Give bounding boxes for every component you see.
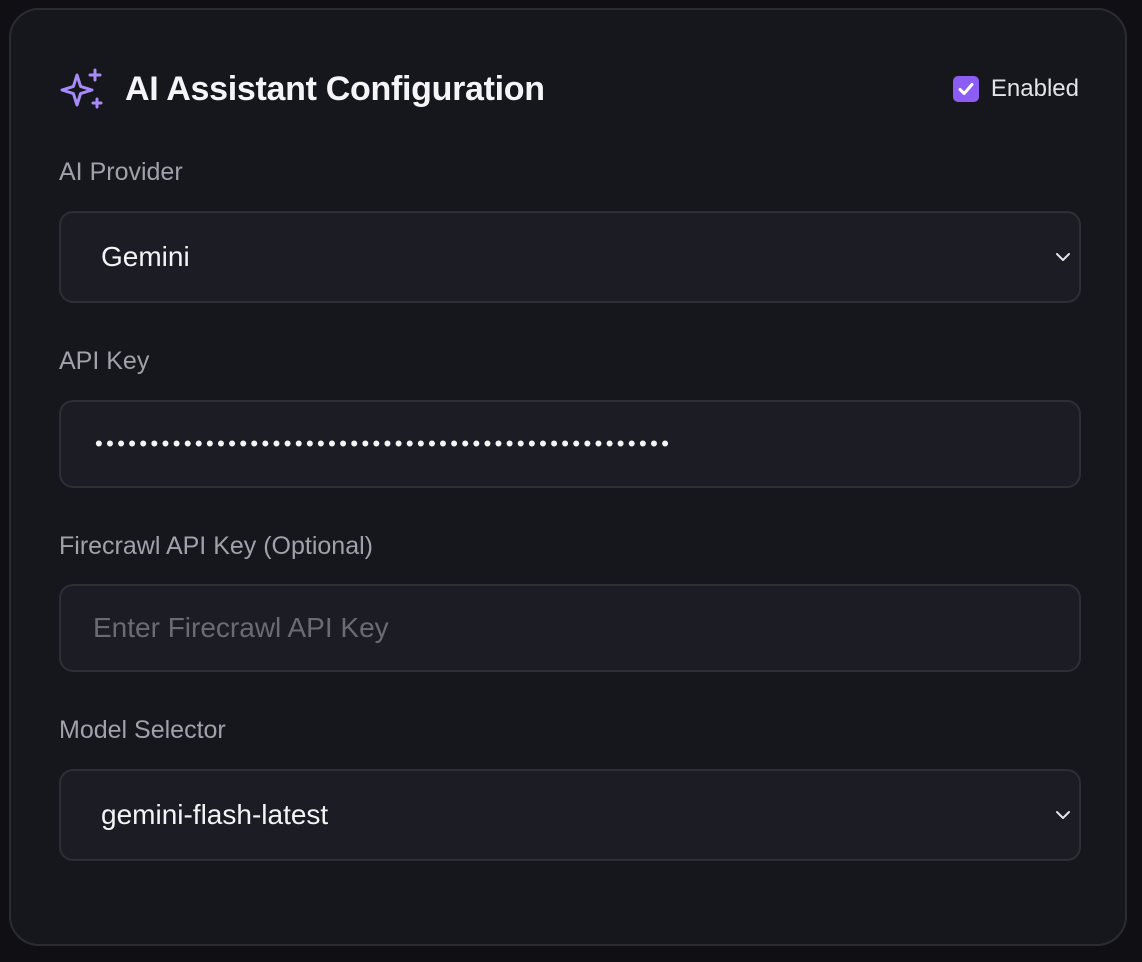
ai-provider-label: AI Provider [59, 158, 183, 186]
ai-provider-value: Gemini [101, 241, 190, 272]
chevron-down-icon [1053, 247, 1073, 267]
enabled-checkbox[interactable] [952, 76, 979, 102]
ai-provider-select[interactable]: Gemini [59, 211, 1081, 303]
api-key-field[interactable]: ••••••••••••••••••••••••••••••••••••••••… [59, 400, 1081, 488]
api-key-label: API Key [59, 347, 150, 375]
model-selector-select[interactable]: gemini-flash-latest [59, 769, 1081, 861]
model-selector-value: gemini-flash-latest [101, 799, 329, 830]
card-header: AI Assistant Configuration Enabled [59, 62, 1079, 116]
chevron-down-icon [1053, 805, 1073, 825]
card-title: AI Assistant Configuration [125, 69, 545, 108]
firecrawl-api-key-input[interactable] [61, 586, 1079, 670]
enabled-checkbox-toggle[interactable]: Enabled [952, 75, 1079, 103]
firecrawl-api-key-label: Firecrawl API Key (Optional) [59, 532, 373, 560]
firecrawl-api-key-wrapper [59, 584, 1081, 672]
title-group: AI Assistant Configuration [59, 66, 545, 112]
sparkles-icon [59, 66, 105, 112]
enabled-label: Enabled [990, 75, 1079, 102]
model-selector-label: Model Selector [59, 716, 226, 744]
ai-config-card: AI Assistant Configuration Enabled AI Pr… [9, 8, 1127, 946]
checkmark-icon [958, 83, 974, 95]
api-key-masked-value: ••••••••••••••••••••••••••••••••••••••••… [95, 431, 673, 456]
